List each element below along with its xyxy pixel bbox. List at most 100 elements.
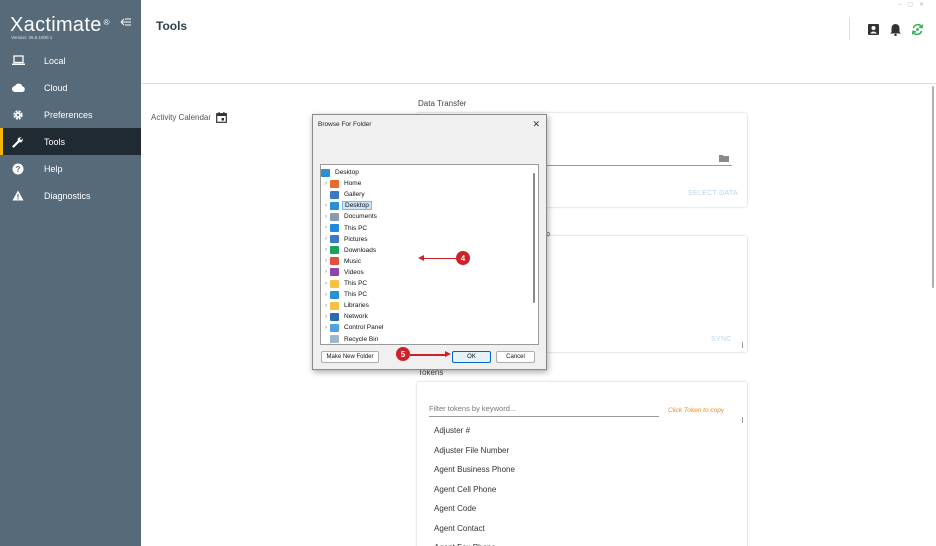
tree-item-label: This PC bbox=[344, 291, 368, 299]
tree-item[interactable]: › Desktop bbox=[322, 200, 372, 211]
token-item[interactable]: Adjuster # bbox=[434, 421, 515, 441]
network-icon bbox=[330, 312, 339, 321]
wrench-icon bbox=[11, 135, 25, 149]
sidebar-item-label: Preferences bbox=[44, 109, 93, 120]
sidebar-item-label: Local bbox=[44, 55, 66, 66]
sidebar-item-label: Cloud bbox=[44, 82, 68, 93]
chevron-right-icon[interactable]: › bbox=[322, 269, 330, 275]
token-item[interactable]: Agent Business Phone bbox=[434, 460, 515, 480]
cloud-icon bbox=[330, 224, 339, 232]
tokens-scrollbar[interactable] bbox=[742, 417, 743, 423]
tree-scrollbar[interactable] bbox=[533, 173, 535, 303]
tree-item[interactable]: › Videos bbox=[322, 267, 366, 278]
tree-item[interactable]: Desktop bbox=[321, 167, 361, 178]
annotation-arrow-5 bbox=[410, 354, 446, 356]
chevron-right-icon[interactable]: › bbox=[322, 314, 330, 320]
chevron-right-icon[interactable]: › bbox=[322, 258, 330, 264]
tree-item-label: Control Panel bbox=[344, 324, 384, 332]
tree-item-label: Desktop bbox=[342, 201, 372, 211]
gear-icon bbox=[11, 108, 25, 122]
folder-icon[interactable] bbox=[719, 154, 729, 162]
step-5-badge: 5 bbox=[396, 347, 410, 361]
sidebar-item-cloud[interactable]: Cloud bbox=[0, 74, 141, 101]
token-item[interactable]: Agent Contact bbox=[434, 519, 515, 539]
token-item[interactable]: Agent Code bbox=[434, 499, 515, 519]
dialog-title: Browse For Folder bbox=[318, 121, 372, 128]
tree-item-label: Desktop bbox=[335, 169, 359, 176]
calendar-icon[interactable] bbox=[216, 112, 227, 123]
make-new-folder-button[interactable]: Make New Folder bbox=[321, 351, 379, 363]
tree-item[interactable]: › Network bbox=[322, 311, 370, 322]
pictures-icon bbox=[330, 235, 339, 244]
app-version: Version: 25.8.1000.1 bbox=[11, 35, 53, 40]
page-scrollbar[interactable] bbox=[932, 86, 934, 288]
tree-item-label: Documents bbox=[344, 213, 377, 221]
tree-item[interactable]: › Downloads bbox=[322, 245, 378, 256]
tree-item[interactable]: › This PC bbox=[322, 289, 369, 300]
tree-item-label: Network bbox=[344, 313, 368, 321]
tree-item[interactable]: › Control Panel bbox=[322, 322, 385, 333]
window-controls[interactable]: –▢✕ bbox=[898, 1, 930, 8]
chevron-right-icon[interactable]: › bbox=[322, 325, 330, 331]
collapse-menu-icon[interactable] bbox=[120, 16, 132, 28]
tree-item[interactable]: › Documents bbox=[322, 211, 379, 222]
tree-item-label: This PC bbox=[344, 280, 368, 287]
tree-item[interactable]: Recycle Bin bbox=[322, 334, 380, 345]
chevron-right-icon[interactable]: › bbox=[322, 203, 330, 209]
recycle-bin-icon bbox=[330, 335, 339, 343]
annotation-arrow-5-head bbox=[445, 351, 451, 357]
token-filter-input[interactable]: Filter tokens by keyword... bbox=[429, 404, 659, 417]
chevron-right-icon[interactable]: › bbox=[322, 214, 330, 220]
tree-item[interactable]: Gallery bbox=[322, 189, 367, 200]
sidebar-item-label: Help bbox=[44, 163, 63, 174]
home-icon bbox=[330, 179, 339, 188]
token-item[interactable]: Agent Cell Phone bbox=[434, 480, 515, 500]
download-icon bbox=[330, 246, 339, 255]
chevron-right-icon[interactable]: › bbox=[322, 281, 330, 287]
tree-item[interactable]: › Home bbox=[322, 178, 363, 189]
sidebar: Xactimate ® Version: 25.8.1000.1 Local Cl… bbox=[0, 0, 141, 546]
sidebar-item-local[interactable]: Local bbox=[0, 47, 141, 74]
sync-button[interactable]: SYNC bbox=[711, 336, 732, 343]
folder-tree[interactable]: Desktop › Home Gallery › Desktop › Documents › Th… bbox=[320, 164, 539, 345]
contact-card-icon[interactable] bbox=[867, 23, 880, 36]
divider bbox=[849, 18, 850, 40]
tree-item[interactable]: › This PC bbox=[322, 278, 369, 289]
chevron-right-icon[interactable]: › bbox=[322, 225, 330, 231]
bell-icon[interactable] bbox=[889, 23, 902, 36]
chevron-right-icon[interactable]: › bbox=[322, 247, 330, 253]
step-4-badge: 4 bbox=[456, 251, 470, 265]
chevron-right-icon[interactable]: › bbox=[322, 303, 330, 309]
data-path-field[interactable] bbox=[540, 165, 732, 166]
tree-item-label: Videos bbox=[344, 268, 364, 276]
data-transfer-label: Data Transfer bbox=[418, 99, 467, 108]
sidebar-item-help[interactable]: ? Help bbox=[0, 155, 141, 182]
ok-button[interactable]: OK bbox=[452, 351, 491, 363]
tree-item[interactable]: › This PC bbox=[322, 223, 369, 234]
sidebar-item-preferences[interactable]: Preferences bbox=[0, 101, 141, 128]
chevron-right-icon[interactable]: › bbox=[322, 181, 330, 187]
tree-item[interactable]: › Pictures bbox=[322, 234, 369, 245]
cancel-button[interactable]: Cancel bbox=[496, 351, 535, 363]
tree-item-label: Recycle Bin bbox=[344, 335, 379, 343]
sync-card-scrollbar[interactable] bbox=[742, 342, 743, 348]
tree-item[interactable]: › Libraries bbox=[322, 300, 371, 311]
activity-calendar[interactable]: Activity Calendar bbox=[151, 112, 227, 123]
tree-item-label: Home bbox=[344, 180, 362, 188]
select-data-button[interactable]: SELECT DATA bbox=[688, 190, 738, 197]
documents-icon bbox=[330, 212, 339, 221]
sidebar-item-tools[interactable]: Tools bbox=[0, 128, 141, 155]
token-item[interactable]: Adjuster File Number bbox=[434, 441, 515, 461]
tree-item[interactable]: › Music bbox=[322, 256, 363, 267]
dialog-close-button[interactable]: ✕ bbox=[532, 119, 540, 130]
tree-item-label: Music bbox=[344, 257, 361, 265]
sync-status-icon[interactable] bbox=[911, 23, 924, 36]
chevron-right-icon[interactable]: › bbox=[322, 236, 330, 242]
laptop-icon bbox=[11, 54, 25, 68]
token-item[interactable]: Agent Fax Phone bbox=[434, 538, 515, 546]
folder-icon bbox=[330, 279, 339, 288]
folder-icon bbox=[330, 301, 339, 310]
chevron-right-icon[interactable]: › bbox=[322, 292, 330, 298]
sidebar-item-diagnostics[interactable]: Diagnostics bbox=[0, 182, 141, 209]
page-header: Tools –▢✕ bbox=[141, 0, 936, 84]
